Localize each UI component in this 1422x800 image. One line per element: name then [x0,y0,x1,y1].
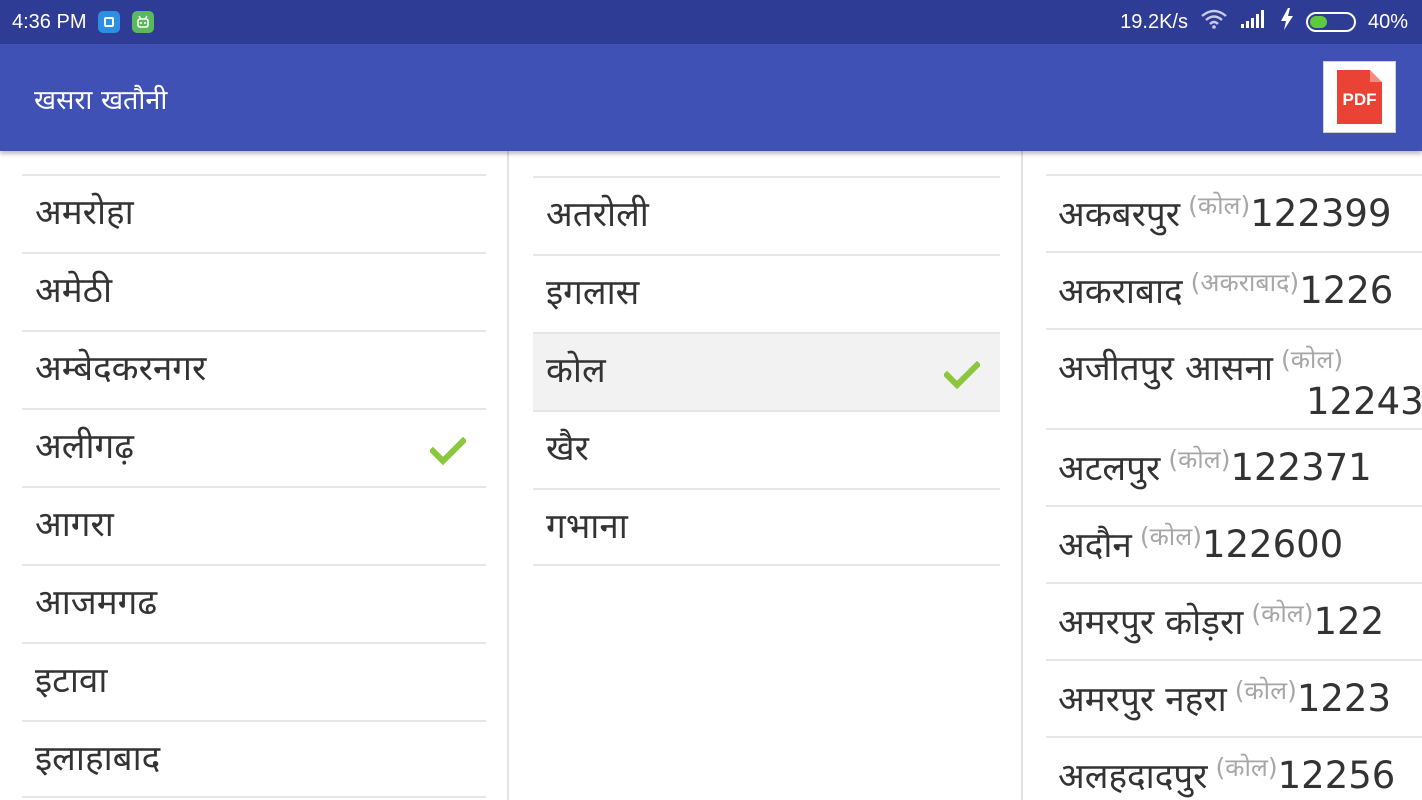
village-item[interactable]: अलहदादपुर (कोल)12256 [1046,736,1422,800]
village-name: अकराबाद [1058,272,1183,312]
district-item[interactable]: अम्बेदकरनगर [22,330,486,408]
district-item[interactable]: अमरोहा [22,174,486,252]
district-item[interactable]: आगरा [22,486,486,564]
village-tehsil: (कोल) [1188,191,1251,220]
village-name: अदौन [1058,526,1132,566]
pdf-icon: PDF [1337,70,1382,124]
checkmark-icon [942,358,982,398]
village-item[interactable]: अमरपुर नहरा (कोल)1223 [1046,659,1422,736]
tehsil-item[interactable]: खैर [533,410,1000,488]
signal-icon [1240,9,1268,35]
village-tehsil: (कोल) [1234,676,1297,705]
village-code: 1226 [1299,269,1394,312]
village-tehsil: (कोल) [1280,345,1344,374]
village-item[interactable]: अकराबाद (अकराबाद)1226 [1046,251,1422,328]
village-code: 1223 [1296,677,1392,720]
village-code: 122399 [1250,192,1392,235]
district-label: अमरोहा [35,193,134,233]
village-item[interactable]: अमरपुर कोड़रा (कोल)122 [1046,582,1422,659]
village-code: 122600 [1201,523,1344,566]
tehsil-label: इगलास [546,273,640,313]
battery-icon [1305,12,1356,32]
village-name: अजीतपुर आसना [1058,349,1273,389]
village-column: अकबरपुर (कोल)122399 अकराबाद (अकराबाद)1226 … [1025,151,1422,800]
pdf-button[interactable]: PDF [1323,61,1396,133]
district-label: अमेठी [35,271,113,311]
village-item[interactable]: अकबरपुर (कोल)122399 [1046,174,1422,251]
district-list: अमरोहा अमेठी अम्बेदकरनगर अलीगढ़ आगरा आजम… [22,174,486,798]
village-list: अकबरपुर (कोल)122399 अकराबाद (अकराबाद)1226 … [1046,174,1422,800]
tehsil-column: अतरोली इगलास कोल खैर गभाना [511,151,1023,800]
charging-icon [1280,8,1294,36]
app-title: खसरा खतौनी [34,85,168,116]
tehsil-item[interactable]: इगलास [533,254,1000,332]
android-notification-icon [132,11,155,33]
tehsil-item[interactable]: गभाना [533,488,1000,566]
district-item-selected[interactable]: अलीगढ़ [22,408,486,486]
village-tehsil: (कोल) [1139,522,1202,551]
tehsil-label: कोल [546,351,606,391]
district-label: इटावा [35,661,108,701]
tehsil-list: अतरोली इगलास कोल खैर गभाना [533,176,1000,566]
district-column: अमरोहा अमेठी अम्बेदकरनगर अलीगढ़ आगरा आजम… [0,151,509,800]
district-label: आगरा [35,505,114,545]
tehsil-label: खैर [546,429,589,469]
status-time: 4:36 PM [12,10,87,33]
battery-percent: 40% [1367,10,1408,33]
village-item[interactable]: अटलपुर (कोल)122371 [1046,428,1422,505]
district-item[interactable]: इटावा [22,642,486,720]
village-code: 12256 [1277,754,1396,797]
district-item[interactable]: अमेठी [22,252,486,330]
village-code: 122371 [1230,446,1372,489]
village-name: अटलपुर [1058,449,1161,489]
district-label: आजमगढ [35,583,158,623]
village-tehsil: (कोल) [1251,599,1314,628]
pdf-label: PDF [1342,90,1377,109]
tehsil-label: अतरोली [546,195,649,235]
notification-app-icon [98,11,121,33]
village-code: 122 [1313,600,1385,643]
tehsil-item[interactable]: अतरोली [533,176,1000,254]
status-bar: 4:36 PM 19.2K/s 40% [0,0,1422,44]
district-label: अम्बेदकरनगर [35,349,207,389]
village-item[interactable]: अदौन (कोल)122600 [1046,505,1422,582]
district-label: इलाहाबाद [35,739,161,779]
tehsil-label: गभाना [546,507,628,547]
village-name: अमरपुर कोड़रा [1058,603,1244,643]
wifi-icon [1200,9,1228,35]
checkmark-icon [428,434,468,474]
village-tehsil: (कोल) [1168,445,1231,474]
village-tehsil: (अकराबाद) [1190,268,1300,297]
village-tehsil: (कोल) [1215,753,1278,782]
network-speed: 19.2K/s [1120,10,1188,33]
district-item[interactable]: इलाहाबाद [22,720,486,798]
district-item[interactable]: आजमगढ [22,564,486,642]
district-label: अलीगढ़ [35,427,134,467]
village-name: अमरपुर नहरा [1058,680,1227,720]
village-code: 12243 [1306,380,1422,423]
tehsil-item-selected[interactable]: कोल [533,332,1000,410]
village-name: अलहदादपुर [1058,757,1208,797]
village-name: अकबरपुर [1058,195,1181,235]
app-bar: खसरा खतौनी PDF [0,44,1422,151]
village-item[interactable]: अजीतपुर आसना (कोल) 12243 [1046,328,1422,428]
